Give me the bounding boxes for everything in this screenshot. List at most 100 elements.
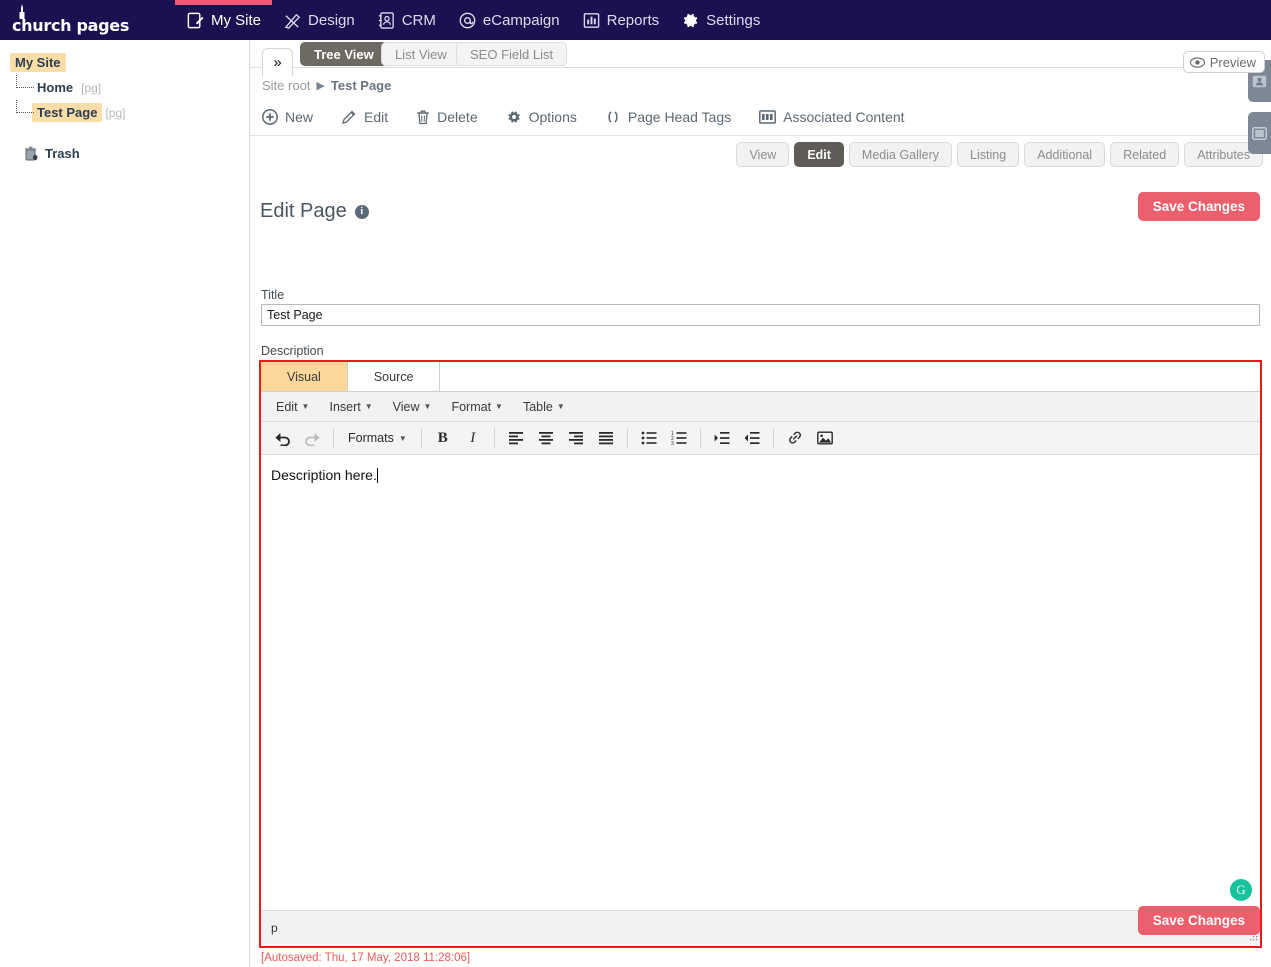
menu-table[interactable]: Table ▼	[516, 397, 572, 417]
address-book-icon	[378, 11, 394, 29]
tree-connector	[16, 100, 34, 113]
indent-button[interactable]	[708, 425, 736, 451]
tab-additional[interactable]: Additional	[1024, 142, 1106, 167]
chevron-down-icon: ▼	[364, 402, 373, 411]
preview-label: Preview	[1209, 54, 1256, 70]
double-chevron-right-icon: »	[273, 54, 282, 71]
redo-button[interactable]	[298, 425, 326, 451]
tree-node-trash[interactable]: Trash	[10, 141, 249, 166]
tab-media-gallery[interactable]: Media Gallery	[848, 142, 953, 167]
bold-button[interactable]: B	[429, 425, 457, 451]
align-right-button[interactable]	[562, 425, 590, 451]
editor-content-area[interactable]: Description here. G	[261, 455, 1260, 910]
bullet-list-icon	[641, 431, 657, 445]
expand-sidebar-button[interactable]: »	[262, 48, 293, 76]
undo-button[interactable]	[268, 425, 296, 451]
nav-item-ecampaign[interactable]: eCampaign	[447, 0, 571, 40]
menu-label: View	[392, 399, 420, 414]
align-left-button[interactable]	[502, 425, 530, 451]
outdent-icon	[744, 432, 760, 444]
tab-listing[interactable]: Listing	[957, 142, 1020, 167]
tab-list-view[interactable]: List View	[381, 42, 461, 66]
info-icon[interactable]: i	[354, 204, 369, 219]
tree-node-label[interactable]: Home	[32, 78, 78, 97]
tree-node-label[interactable]: Test Page	[32, 103, 103, 122]
numbered-list-button[interactable]: 1 2 3	[665, 425, 693, 451]
tab-label: Additional	[1037, 147, 1093, 162]
menu-label: Table	[522, 399, 553, 414]
formats-dropdown[interactable]: Formats ▼	[340, 428, 415, 448]
element-path[interactable]: p	[271, 921, 278, 935]
text-cursor	[376, 468, 378, 483]
tree-node-label[interactable]: Trash	[45, 146, 80, 161]
action-label: Associated Content	[783, 108, 905, 125]
action-label: Page Head Tags	[627, 108, 732, 125]
paintbrush-icon	[284, 13, 301, 29]
action-page-head-tags[interactable]: Page Head Tags	[605, 109, 731, 125]
nav-item-reports[interactable]: Reports	[571, 0, 671, 40]
action-options[interactable]: Options	[506, 109, 577, 125]
toolbar-divider	[333, 428, 334, 448]
tab-tree-view[interactable]: Tree View	[300, 42, 388, 66]
nav-label: My Site	[211, 11, 262, 29]
insert-image-button[interactable]	[811, 425, 839, 451]
action-delete[interactable]: Delete	[416, 109, 478, 125]
nav-label: Settings	[706, 11, 761, 29]
nav-item-my-site[interactable]: My Site	[175, 0, 273, 40]
tree-node-type-tag: [pg]	[81, 80, 102, 95]
action-label: New	[285, 108, 314, 125]
action-new[interactable]: New	[262, 109, 313, 125]
site-tree: My Site Home [pg] Test Page [pg] Trash	[0, 40, 249, 166]
tree-connector	[16, 75, 34, 88]
tab-related[interactable]: Related	[1110, 142, 1180, 167]
bold-icon: B	[437, 429, 448, 446]
preview-button[interactable]: Preview	[1182, 51, 1265, 73]
align-justify-button[interactable]	[592, 425, 620, 451]
tab-label: Visual	[287, 369, 321, 384]
nav-item-design[interactable]: Design	[272, 0, 366, 40]
italic-button[interactable]: I	[459, 425, 487, 451]
bullet-list-button[interactable]	[635, 425, 663, 451]
nav-item-crm[interactable]: CRM	[366, 0, 447, 40]
sidebar: My Site Home [pg] Test Page [pg] Trash	[0, 40, 250, 967]
toolbar-divider	[699, 428, 701, 448]
tree-node-test-page[interactable]: Test Page [pg]	[10, 100, 249, 125]
tree-node-home[interactable]: Home [pg]	[10, 75, 249, 100]
editor-tab-visual[interactable]: Visual	[261, 362, 348, 391]
menu-edit[interactable]: Edit ▼	[269, 397, 316, 417]
undo-icon	[274, 432, 290, 446]
save-changes-button-top[interactable]: Save Changes	[1137, 192, 1260, 221]
tree-node-my-site[interactable]: My Site	[10, 50, 249, 75]
tree-node-label[interactable]: My Site	[10, 53, 66, 72]
menu-insert[interactable]: Insert ▼	[322, 397, 379, 417]
grammarly-icon[interactable]: G	[1230, 879, 1252, 901]
action-edit[interactable]: Edit	[341, 109, 388, 125]
align-center-button[interactable]	[532, 425, 560, 451]
editor-tab-source[interactable]: Source	[347, 362, 441, 391]
align-center-icon	[538, 432, 553, 445]
menu-format[interactable]: Format ▼	[444, 397, 510, 417]
action-label: Options	[528, 108, 577, 125]
view-tab-strip: Tree View List View SEO Field List	[250, 40, 1271, 68]
nav-label: eCampaign	[482, 11, 560, 29]
image-panel-icon	[1252, 126, 1267, 140]
tab-seo-field-list[interactable]: SEO Field List	[456, 42, 568, 66]
nav-item-settings[interactable]: Settings	[670, 0, 771, 40]
save-changes-button-bottom[interactable]: Save Changes	[1137, 906, 1260, 935]
editor-menubar: Edit ▼ Insert ▼ View ▼ Format ▼ Table ▼	[261, 392, 1260, 422]
title-input[interactable]	[261, 304, 1260, 326]
tab-label: List View	[395, 46, 447, 62]
menu-view[interactable]: View ▼	[386, 397, 439, 417]
tab-view[interactable]: View	[736, 142, 790, 167]
outdent-button[interactable]	[738, 425, 766, 451]
action-associated-content[interactable]: Associated Content	[759, 108, 905, 125]
bar-chart-icon	[583, 12, 599, 28]
brand-logo[interactable]: church pages	[0, 0, 175, 40]
insert-link-button[interactable]	[781, 425, 809, 451]
breadcrumb-root[interactable]: Site root	[262, 78, 310, 93]
tab-edit[interactable]: Edit	[794, 142, 844, 167]
at-sign-icon	[459, 12, 476, 28]
title-field-label: Title	[261, 288, 285, 302]
toolbar-divider	[493, 428, 495, 448]
media-panel-tab[interactable]	[1248, 112, 1271, 154]
